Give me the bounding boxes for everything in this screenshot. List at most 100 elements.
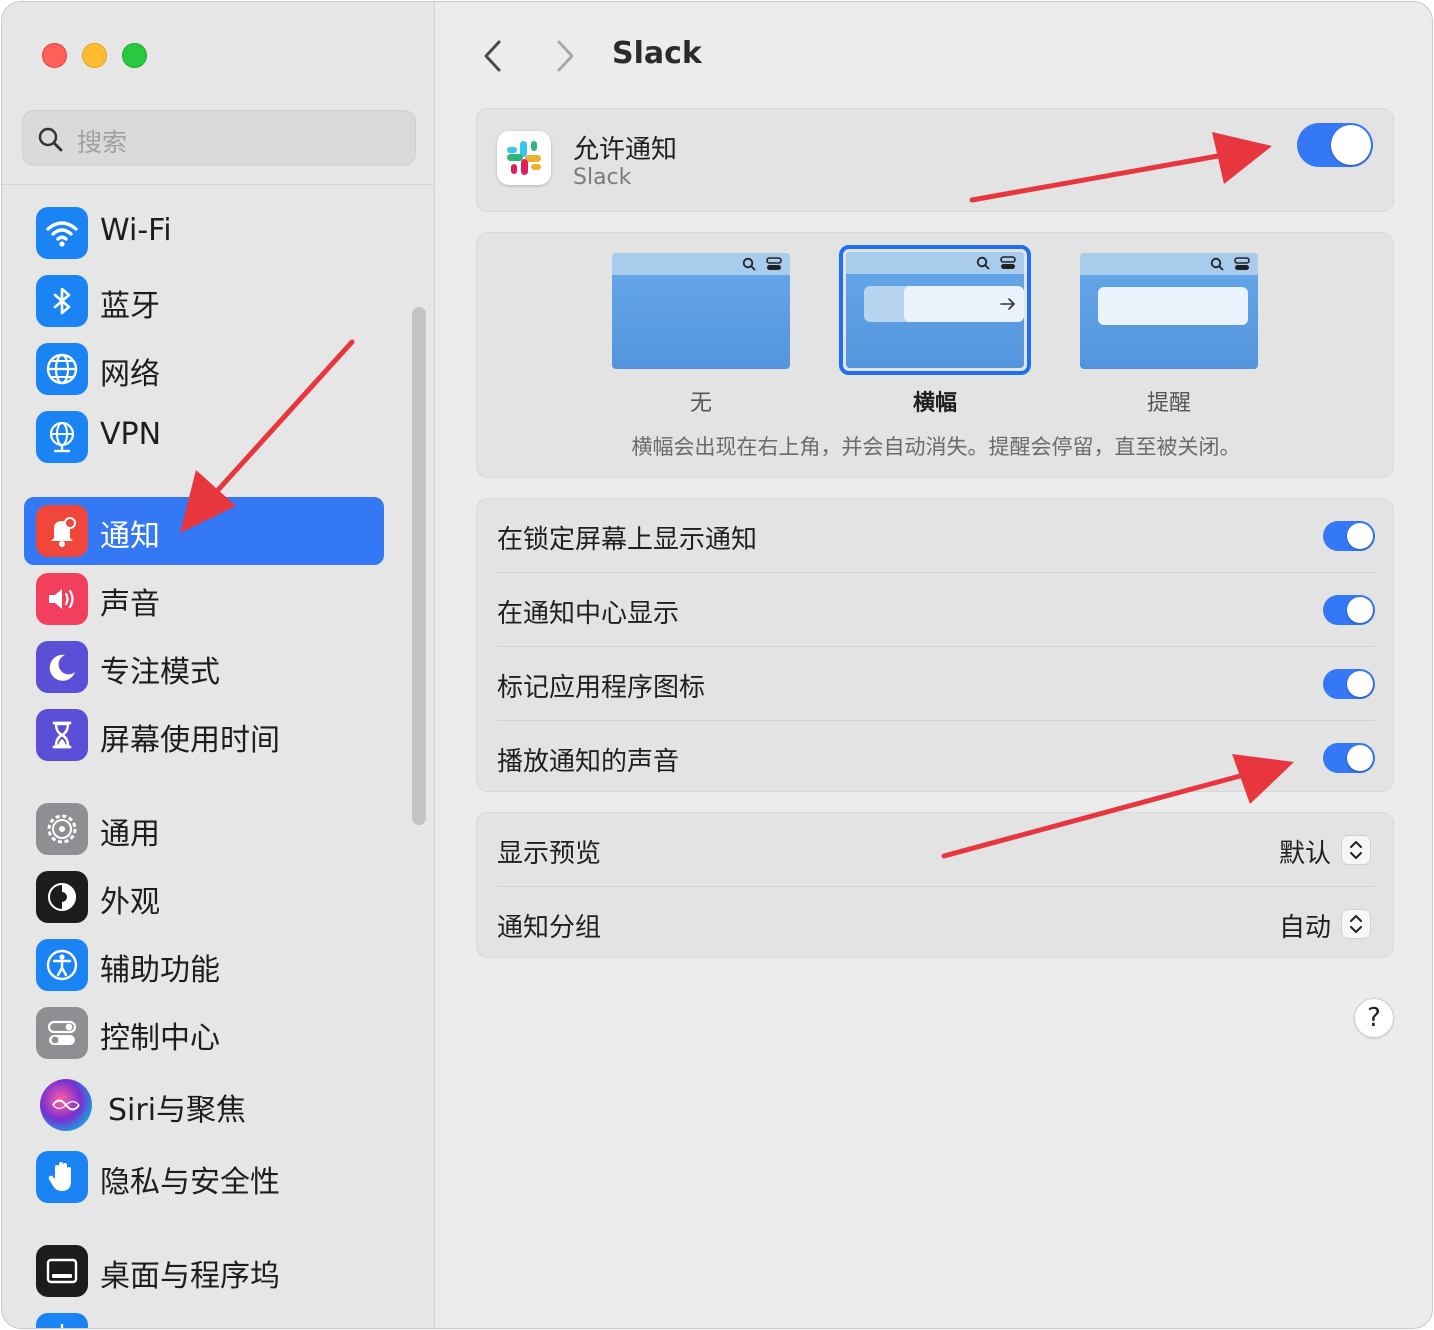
alert-style-none-label: 无 <box>689 391 712 416</box>
slack-app-icon <box>497 131 551 185</box>
search-icon <box>976 256 990 270</box>
back-chevron-icon[interactable] <box>474 36 514 76</box>
preview-menubar <box>612 253 790 275</box>
sidebar-item-vpn[interactable]: VPN <box>24 403 384 471</box>
sidebar-item-label: 外观 <box>100 885 160 920</box>
badge-row: 标记应用程序图标 <box>497 647 1375 721</box>
switches-icon <box>766 257 782 270</box>
main-pane: Slack 允许通知 Slack 无 横幅 提醒 横幅会出现在右上角，并会自动消… <box>436 2 1432 1328</box>
sidebar-item-label: 通知 <box>100 519 160 554</box>
sidebar-divider <box>2 184 435 185</box>
help-button[interactable]: ? <box>1354 998 1394 1038</box>
preview-menubar <box>846 252 1024 274</box>
sidebar-item-label: 控制中心 <box>100 1021 220 1056</box>
sidebar-item-desktop-dock[interactable]: 桌面与程序坞 <box>24 1237 384 1305</box>
sidebar-item-general[interactable]: 通用 <box>24 795 384 863</box>
alert-style-alert-label: 提醒 <box>1146 391 1191 416</box>
display-icon <box>36 1313 88 1328</box>
sidebar-item-notifications[interactable]: 通知 <box>24 497 384 565</box>
badge-toggle[interactable] <box>1323 669 1375 699</box>
wifi-icon <box>36 207 88 259</box>
lock-screen-row: 在锁定屏幕上显示通知 <box>497 499 1375 573</box>
search-icon <box>742 257 756 271</box>
sidebar-item-label: 显示器 <box>100 1319 190 1328</box>
sidebar-item-bluetooth[interactable]: 蓝牙 <box>24 267 384 335</box>
notification-options-card: 在锁定屏幕上显示通知 在通知中心显示 标记应用程序图标 播放通知的声音 <box>476 498 1394 792</box>
grouping-label: 通知分组 <box>497 913 602 943</box>
zoom-window-button[interactable] <box>122 43 147 68</box>
alert-style-none-option[interactable] <box>612 253 790 369</box>
show-preview-label: 显示预览 <box>497 839 602 869</box>
sidebar-item-network[interactable]: 网络 <box>24 335 384 403</box>
sidebar-item-label: 桌面与程序坞 <box>100 1259 280 1294</box>
sidebar-item-label: 网络 <box>100 357 160 392</box>
alert-style-card: 无 横幅 提醒 横幅会出现在右上角，并会自动消失。提醒会停留，直至被关闭。 <box>476 232 1394 478</box>
alert-style-alert-option[interactable] <box>1080 253 1258 369</box>
gear-icon <box>36 803 88 855</box>
siri-icon <box>40 1079 92 1131</box>
search-icon <box>1210 257 1224 271</box>
lock-screen-toggle[interactable] <box>1323 521 1375 551</box>
sidebar-item-label: Wi-Fi <box>100 213 172 248</box>
grouping-popup-button[interactable] <box>1341 909 1371 939</box>
alert-style-banner-label: 横幅 <box>912 391 957 416</box>
allow-notifications-subtitle: Slack <box>573 165 632 190</box>
allow-notifications-title: 允许通知 <box>573 135 678 165</box>
close-window-button[interactable] <box>42 43 67 68</box>
sidebar-item-label: VPN <box>100 417 162 452</box>
bell-icon <box>36 505 88 557</box>
switches-icon <box>1000 256 1016 269</box>
grouping-value[interactable]: 自动 <box>1279 907 1331 944</box>
sidebar-item-displays[interactable]: 显示器 <box>24 1305 384 1328</box>
show-preview-popup-button[interactable] <box>1341 835 1371 865</box>
sidebar-item-accessibility[interactable]: 辅助功能 <box>24 931 384 999</box>
sidebar-item-focus[interactable]: 专注模式 <box>24 633 384 701</box>
sidebar-item-sound[interactable]: 声音 <box>24 565 384 633</box>
sidebar-scrollbar[interactable] <box>412 307 426 825</box>
dock-icon <box>36 1245 88 1297</box>
switches-icon <box>36 1007 88 1059</box>
sound-label: 播放通知的声音 <box>497 747 680 777</box>
sidebar-item-label: 通用 <box>100 817 160 852</box>
lock-screen-label: 在锁定屏幕上显示通知 <box>497 525 758 555</box>
page-title: Slack <box>612 36 702 71</box>
globe-icon <box>36 343 88 395</box>
sidebar-item-wifi[interactable]: Wi-Fi <box>24 199 384 267</box>
alert-style-banner-option[interactable] <box>839 245 1031 375</box>
allow-notifications-toggle[interactable] <box>1297 123 1373 167</box>
sidebar-item-label: 屏幕使用时间 <box>100 723 280 758</box>
search-icon <box>38 127 63 152</box>
sidebar-item-screen-time[interactable]: 屏幕使用时间 <box>24 701 384 769</box>
sidebar-item-control-center[interactable]: 控制中心 <box>24 999 384 1067</box>
banner-notification <box>904 286 1024 322</box>
notification-center-toggle[interactable] <box>1323 595 1375 625</box>
notification-center-label: 在通知中心显示 <box>497 599 680 629</box>
show-preview-value[interactable]: 默认 <box>1279 833 1331 870</box>
sidebar: 搜索 Wi-Fi 蓝牙 网络 VPN 通知 声音 专注模式 屏幕使用时间 通用 … <box>2 2 435 1328</box>
alert-style-description: 横幅会出现在右上角，并会自动消失。提醒会停留，直至被关闭。 <box>631 435 1241 459</box>
sidebar-item-label: 声音 <box>100 587 160 622</box>
switches-icon <box>1234 257 1250 270</box>
sidebar-item-label: 专注模式 <box>100 655 220 690</box>
notification-center-row: 在通知中心显示 <box>497 573 1375 647</box>
speaker-icon <box>36 573 88 625</box>
show-preview-row: 显示预览 默认 <box>497 813 1375 887</box>
sidebar-item-siri[interactable]: Siri与聚焦 <box>24 1071 384 1139</box>
arrow-right-icon <box>1000 298 1015 310</box>
minimize-window-button[interactable] <box>82 43 107 68</box>
up-down-chevron-icon <box>1350 841 1362 859</box>
sidebar-item-label: 隐私与安全性 <box>100 1165 280 1200</box>
preview-grouping-card: 显示预览 默认 通知分组 自动 <box>476 812 1394 958</box>
sidebar-item-appearance[interactable]: 外观 <box>24 863 384 931</box>
sidebar-item-privacy[interactable]: 隐私与安全性 <box>24 1143 384 1211</box>
sound-toggle[interactable] <box>1323 743 1375 773</box>
hand-icon <box>36 1151 88 1203</box>
search-field[interactable]: 搜索 <box>22 110 416 166</box>
alert-notification <box>1098 287 1248 325</box>
sidebar-item-label: 蓝牙 <box>100 289 160 324</box>
banner-preview <box>846 252 1024 368</box>
badge-label: 标记应用程序图标 <box>497 673 706 703</box>
up-down-chevron-icon <box>1350 915 1362 933</box>
allow-notifications-card: 允许通知 Slack <box>476 108 1394 212</box>
forward-chevron-icon[interactable] <box>544 36 584 76</box>
